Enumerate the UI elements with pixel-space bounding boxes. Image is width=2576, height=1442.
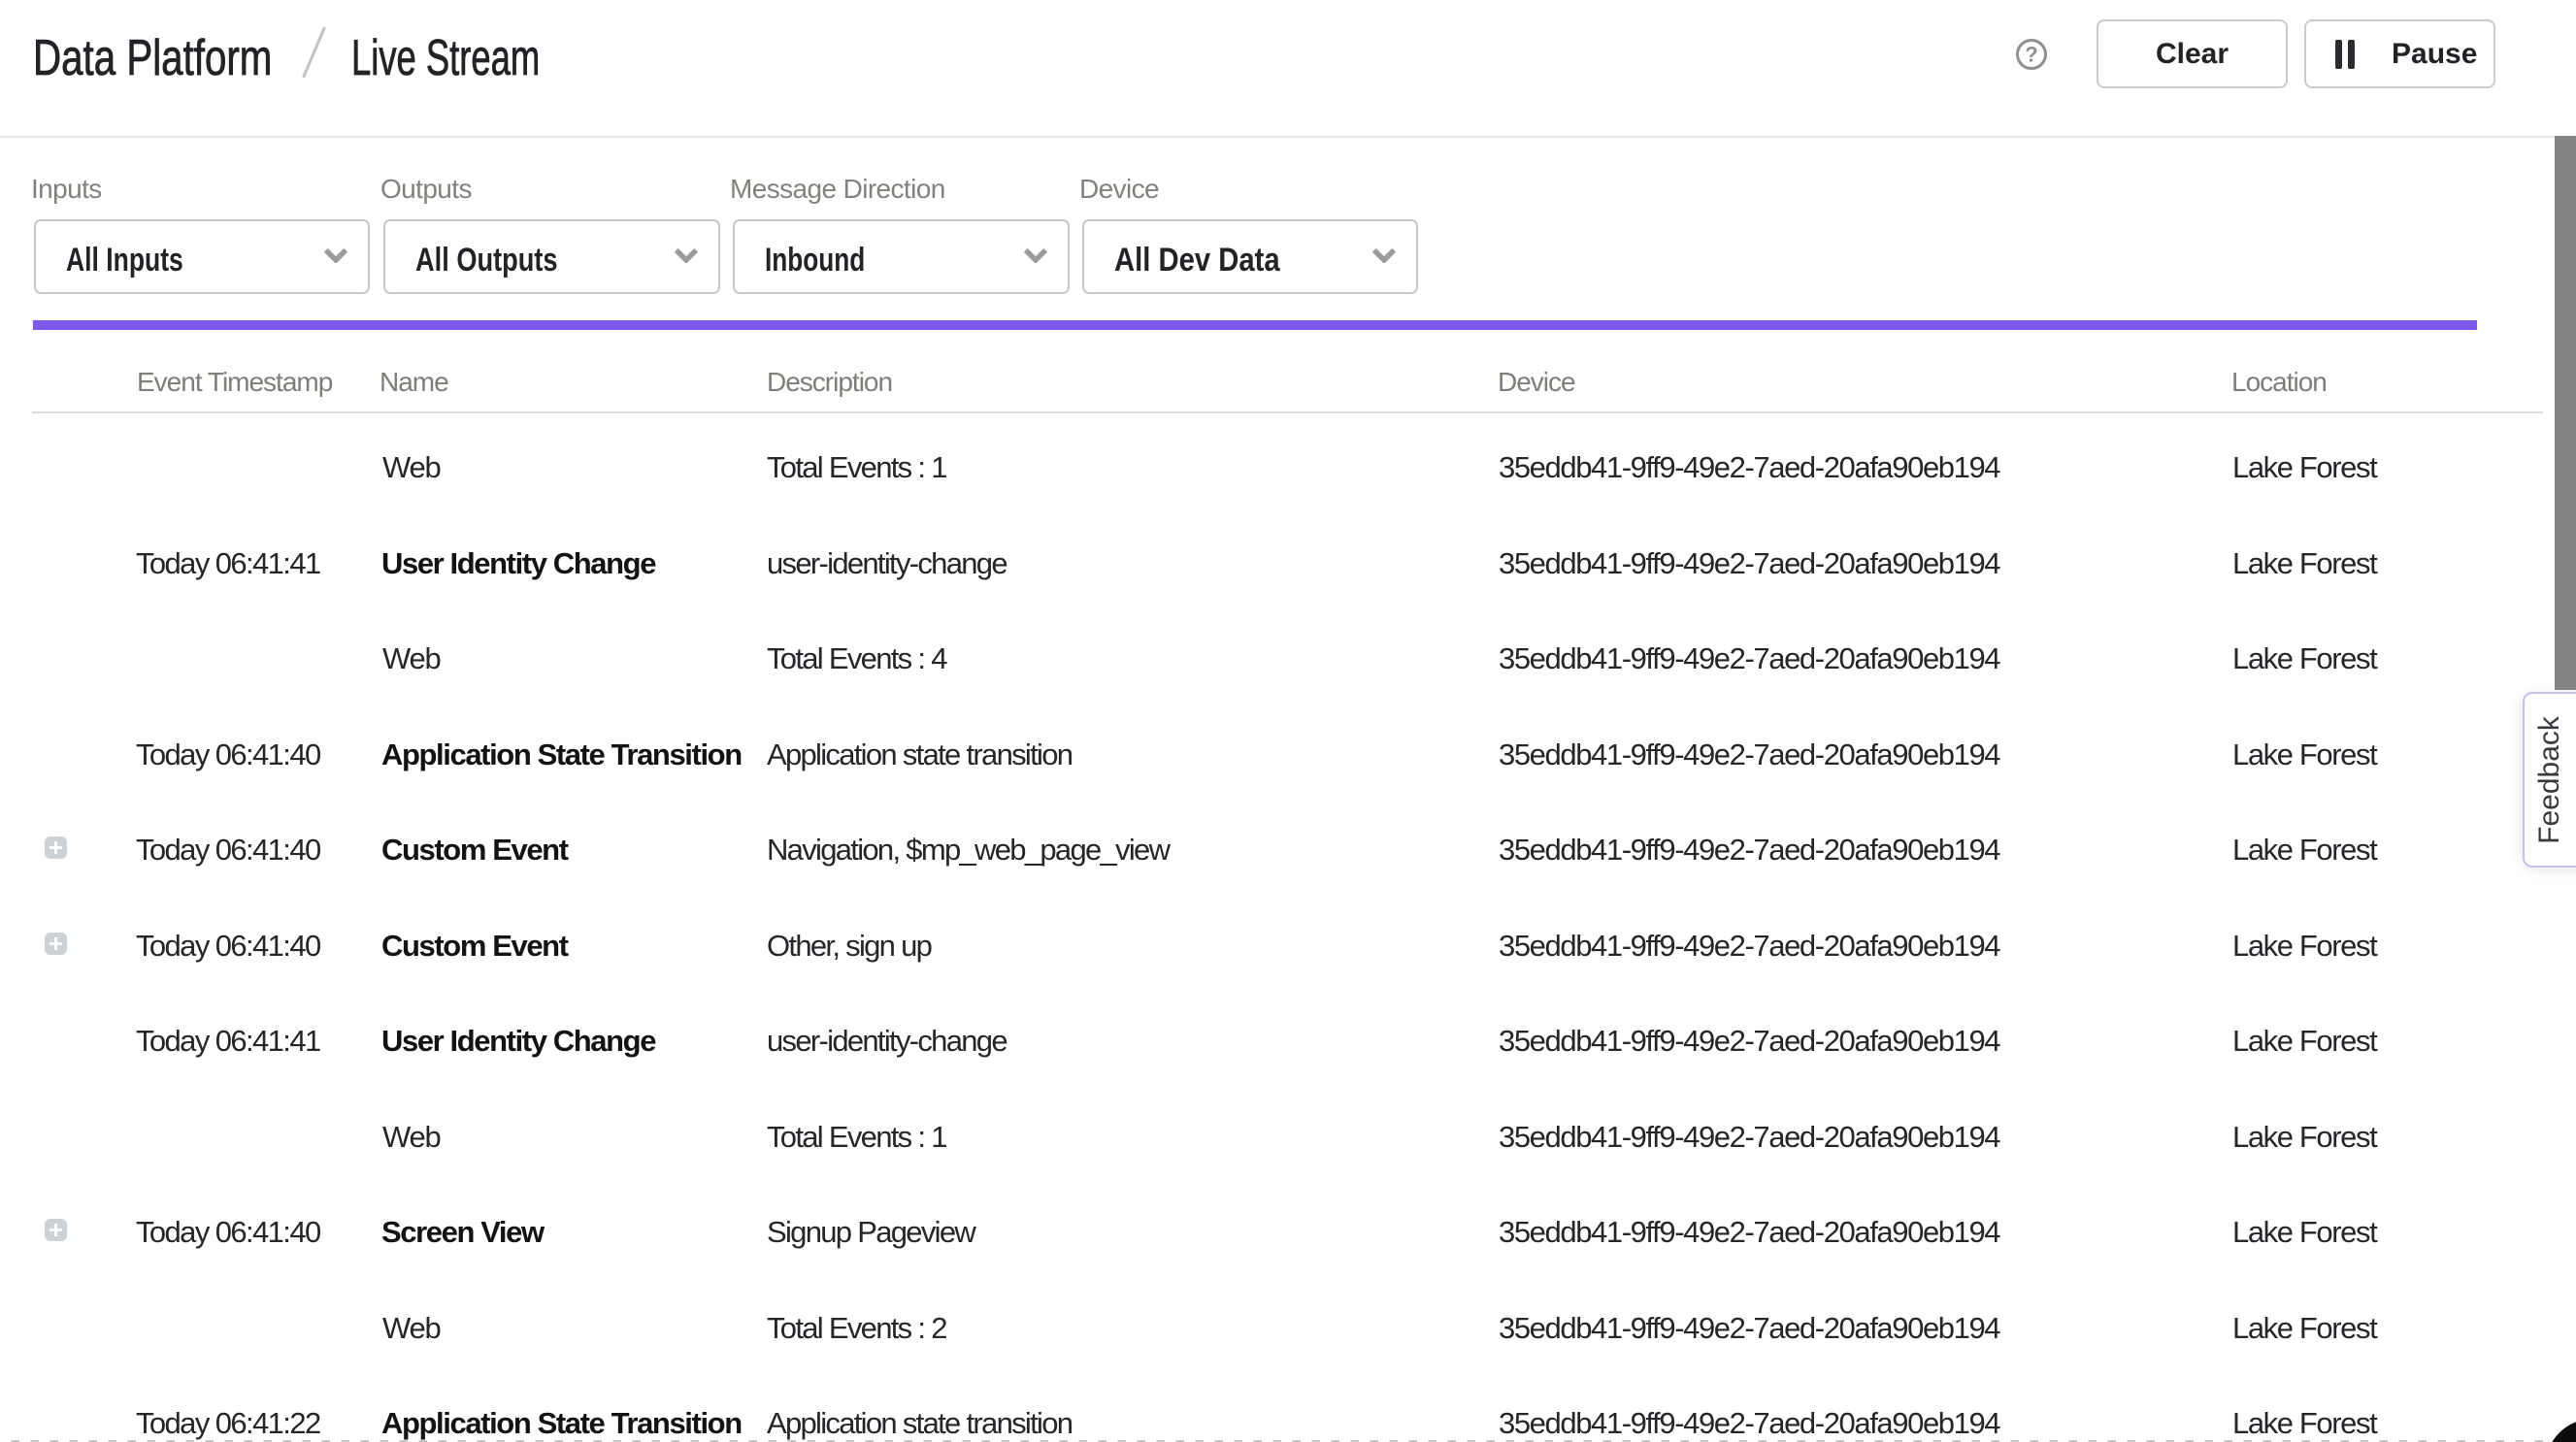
svg-text:?: ? (2025, 43, 2037, 67)
